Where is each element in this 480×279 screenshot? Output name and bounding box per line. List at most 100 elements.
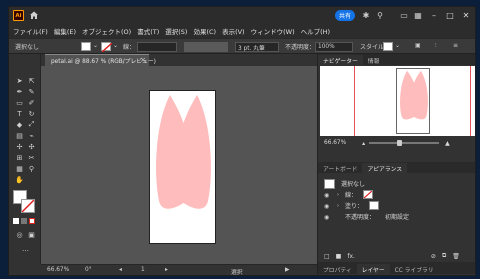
chevron-down-icon[interactable]: ⌄ <box>93 42 98 49</box>
minimize-icon[interactable]: – <box>427 9 441 22</box>
search-icon[interactable]: ⚲ <box>375 10 385 20</box>
zoom-level[interactable]: 66.67% <box>47 267 69 273</box>
none-mode-icon[interactable] <box>29 218 35 224</box>
navigator-zoom-value[interactable]: 66.67% <box>324 140 346 146</box>
more-tools-icon[interactable]: … <box>21 244 30 253</box>
tab-info[interactable]: 情報 <box>363 55 385 65</box>
canvas-area[interactable] <box>41 66 317 264</box>
align-icon[interactable]: ⫶ <box>435 42 437 50</box>
menu-type[interactable]: 書式(T) <box>137 26 159 36</box>
appearance-row-fill[interactable]: ◉ › 塗り： <box>324 200 474 211</box>
new-stroke-icon[interactable]: □ <box>324 253 330 260</box>
tools-panel: ➤ ⇱ ✒ ✎ ▭ ✐ T ↻ ◆ ⤢ ▤ ⌁ ✢ ✣ ⊞ ✂ ▦ ⚲ ✋ ◎ … <box>9 54 41 264</box>
appearance-row-opacity[interactable]: ◉ 不透明度： 初期設定 <box>324 211 474 222</box>
stroke-swatch[interactable] <box>101 42 113 53</box>
maximize-icon[interactable]: □ <box>443 9 457 22</box>
eyedropper-tool-icon[interactable]: ⌁ <box>27 131 36 140</box>
menu-help[interactable]: ヘルプ(H) <box>301 26 330 36</box>
opacity-field[interactable]: 100% <box>315 42 353 52</box>
next-artboard-icon[interactable]: ▸ <box>165 267 168 273</box>
appearance-row-stroke[interactable]: ◉ › 線： <box>324 189 474 200</box>
zoom-out-icon[interactable]: ▴ <box>362 140 365 147</box>
prev-artboard-icon[interactable]: ◂ <box>119 267 122 273</box>
chevron-right-icon[interactable]: › <box>337 203 339 209</box>
graph-tool-icon[interactable]: ▦ <box>15 164 24 173</box>
eye-icon[interactable]: ◉ <box>324 192 331 199</box>
pen-tool-icon[interactable]: ✒ <box>15 87 24 96</box>
zoom-in-icon[interactable]: ▲ <box>445 140 450 147</box>
tab-cc-libraries[interactable]: CC ライブラリ <box>390 264 439 274</box>
fill-swatch[interactable] <box>81 42 91 51</box>
chevron-down-icon[interactable]: ⌄ <box>395 42 400 49</box>
artboard-tool-icon[interactable]: ⊞ <box>15 153 24 162</box>
add-effect-label[interactable]: fx. <box>347 253 355 260</box>
rotate-tool-icon[interactable]: ↻ <box>27 109 36 118</box>
menu-effect[interactable]: 効果(C) <box>193 26 216 36</box>
stroke-weight-field[interactable] <box>137 42 177 52</box>
brush-field[interactable]: 3 pt. 丸筆 <box>235 42 279 52</box>
blend-tool-icon[interactable]: ✢ <box>15 142 24 151</box>
tab-layers[interactable]: レイヤー <box>356 264 390 274</box>
zoom-slider[interactable] <box>369 140 440 146</box>
tab-artboards[interactable]: アートボード <box>318 163 362 173</box>
menu-select[interactable]: 選択(S) <box>165 26 187 36</box>
fill-white-swatch[interactable] <box>369 201 380 210</box>
rectangle-tool-icon[interactable]: ▭ <box>15 98 24 107</box>
opacity-row-value[interactable]: 初期設定 <box>385 212 409 221</box>
variable-width-field[interactable] <box>184 42 228 52</box>
home-icon[interactable] <box>29 10 39 20</box>
navigator-preview[interactable] <box>320 66 475 136</box>
gradient-mode-icon[interactable] <box>21 218 27 224</box>
menu-view[interactable]: 表示(V) <box>222 26 245 36</box>
artboard-number[interactable]: 1 <box>141 267 145 273</box>
symbol-sprayer-tool-icon[interactable]: ✣ <box>27 142 36 151</box>
selection-tool-icon[interactable]: ➤ <box>15 76 24 85</box>
gradient-tool-icon[interactable]: ▤ <box>15 131 24 140</box>
rotation-value[interactable]: 0° <box>85 267 92 273</box>
clear-appearance-icon[interactable]: ⊘ <box>431 253 436 260</box>
screen-mode-icon[interactable]: ▣ <box>27 230 36 239</box>
workspace-icon[interactable]: ▭ <box>399 10 409 20</box>
stroke-color-box[interactable] <box>21 199 35 213</box>
color-mode-icon[interactable] <box>13 218 19 224</box>
close-icon[interactable]: ✕ <box>459 9 473 22</box>
curvature-tool-icon[interactable]: ✎ <box>27 87 36 96</box>
style-swatch[interactable] <box>383 42 393 51</box>
petal-shape[interactable] <box>150 91 217 245</box>
menu-file[interactable]: ファイル(F) <box>13 26 48 36</box>
tab-properties[interactable]: プロパティ <box>318 264 357 274</box>
draw-mode-icon[interactable]: ◎ <box>15 230 24 239</box>
menu-window[interactable]: ウィンドウ(W) <box>251 26 295 36</box>
close-icon[interactable]: × <box>139 54 147 66</box>
type-tool-icon[interactable]: T <box>15 109 24 118</box>
stroke-none-swatch[interactable] <box>363 190 374 199</box>
arrange-icon[interactable]: ▦ <box>413 10 423 20</box>
panel-menu-icon[interactable]: ≡ <box>453 42 458 49</box>
eraser-tool-icon[interactable]: ◆ <box>15 120 24 129</box>
direct-selection-tool-icon[interactable]: ⇱ <box>27 76 36 85</box>
eye-icon[interactable]: ◉ <box>324 203 331 210</box>
zoom-tool-icon[interactable]: ⚲ <box>27 164 36 173</box>
tab-appearance[interactable]: アピアランス <box>362 163 408 173</box>
share-button[interactable]: 共有 <box>335 10 355 21</box>
eye-icon[interactable]: ◉ <box>324 214 331 221</box>
delete-item-icon[interactable]: 🗑 <box>452 253 460 260</box>
chevron-right-icon[interactable]: › <box>337 192 339 198</box>
hand-tool-icon[interactable]: ✋ <box>15 175 24 184</box>
menu-edit[interactable]: 編集(E) <box>54 26 76 36</box>
document-tab[interactable]: petal.ai @ 88.67 % (RGB/プレビュー) <box>45 54 156 66</box>
zoom-slider-handle[interactable] <box>397 140 403 146</box>
artboard[interactable] <box>149 90 216 244</box>
paintbrush-tool-icon[interactable]: ✐ <box>27 98 36 107</box>
doc-setup-icon[interactable]: ▣ <box>415 42 421 49</box>
menu-object[interactable]: オブジェクト(O) <box>82 26 131 36</box>
scale-tool-icon[interactable]: ⤢ <box>27 120 36 129</box>
new-fill-icon[interactable]: ■ <box>336 253 342 260</box>
notification-icon[interactable]: ✱ <box>361 10 371 20</box>
scroll-arrow-icon[interactable]: ▶ <box>285 267 289 273</box>
chevron-down-icon[interactable]: ⌄ <box>113 42 118 49</box>
slice-tool-icon[interactable]: ✂ <box>27 153 36 162</box>
navigator-view-edge <box>470 66 471 136</box>
duplicate-item-icon[interactable]: ⧉ <box>442 252 446 260</box>
tab-navigator[interactable]: ナビゲーター <box>318 55 363 65</box>
